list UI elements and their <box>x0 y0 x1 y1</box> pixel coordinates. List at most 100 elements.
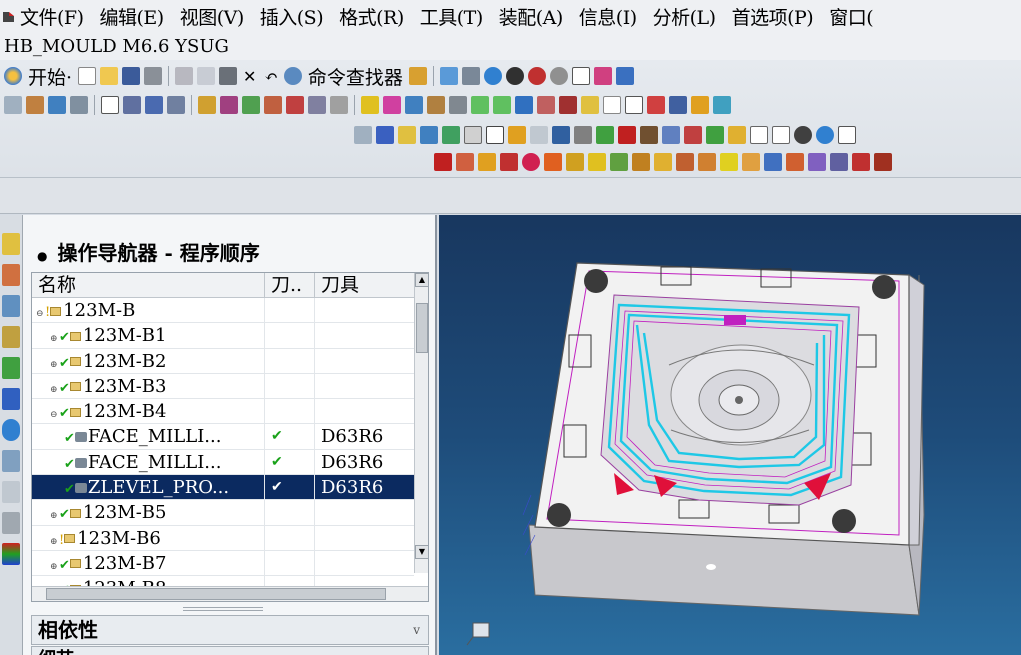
component-icon[interactable] <box>559 96 577 114</box>
machine-tool-view-icon[interactable] <box>123 96 141 114</box>
expand-icon[interactable]: ⊕ <box>50 504 59 524</box>
create-method-icon[interactable] <box>70 96 88 114</box>
scroll-up-arrow-icon[interactable]: ▲ <box>415 273 428 287</box>
row-name-cell[interactable]: ⊖! 123M-B <box>32 298 265 323</box>
hscroll-thumb[interactable] <box>46 588 386 600</box>
background-icon[interactable] <box>571 67 590 85</box>
unite-icon[interactable] <box>874 153 892 171</box>
revolve-icon[interactable] <box>588 153 606 171</box>
boss-icon[interactable] <box>654 153 672 171</box>
start-icon[interactable] <box>4 67 22 85</box>
drill-icon[interactable] <box>376 126 394 144</box>
history-icon[interactable] <box>2 450 20 472</box>
program-group-row[interactable]: ⊕✔ 123M-B5 <box>32 500 414 526</box>
block-icon[interactable] <box>456 153 474 171</box>
menu-item-5[interactable]: 工具(T) <box>420 7 484 29</box>
table-icon[interactable] <box>625 96 643 114</box>
edit-param-icon[interactable] <box>574 126 592 144</box>
slot-icon[interactable] <box>720 153 738 171</box>
create-program-icon[interactable] <box>4 96 22 114</box>
system-materials-icon[interactable] <box>2 481 20 503</box>
chart-icon[interactable] <box>647 96 665 114</box>
operation-row[interactable]: ✔ FACE_MILLI... ✔ D63R6 <box>32 424 414 450</box>
zoom-icon[interactable] <box>461 67 480 85</box>
process-studio-icon[interactable] <box>2 512 20 534</box>
row-name-cell[interactable]: ⊕✔ 123M-B7 <box>32 550 265 576</box>
info-icon[interactable] <box>728 126 746 144</box>
chamfer-icon[interactable] <box>786 153 804 171</box>
collapse-icon[interactable]: ⊖ <box>36 302 45 322</box>
program-group-row[interactable]: ⊕✔ 123M-B3 <box>32 373 414 400</box>
wireframe-icon[interactable] <box>549 67 568 85</box>
row-name-cell[interactable]: ⊕✔ 123M-B2 <box>32 348 265 373</box>
row-name-cell[interactable]: ⊖✔ 123M-B4 <box>32 399 265 424</box>
roles-icon[interactable] <box>2 543 20 565</box>
row-name-cell[interactable]: ✔ ZLEVEL_PRO... <box>32 475 265 500</box>
trim-icon[interactable] <box>830 153 848 171</box>
clamp-icon[interactable] <box>706 126 724 144</box>
copy-icon[interactable] <box>197 67 216 85</box>
selection-filter-icon[interactable] <box>408 67 427 85</box>
rotate-view-icon[interactable] <box>483 67 502 85</box>
shop-doc-icon[interactable] <box>308 96 326 114</box>
zlevel-icon[interactable] <box>420 126 438 144</box>
ruler-icon[interactable] <box>449 96 467 114</box>
horizontal-scrollbar[interactable] <box>32 586 428 601</box>
expand-icon[interactable]: ⊕ <box>50 353 59 373</box>
menu-item-0[interactable]: 文件(F) <box>20 7 84 29</box>
machine-icon[interactable] <box>640 126 658 144</box>
mill-operation-icon[interactable] <box>354 126 372 144</box>
column-header-tool[interactable]: 刀具 <box>315 273 416 297</box>
sweep-icon[interactable] <box>610 153 628 171</box>
operation-row[interactable]: ✔ ZLEVEL_PRO... ✔ D63R6 <box>32 475 414 501</box>
menu-item-6[interactable]: 装配(A) <box>499 7 564 29</box>
postprocess-icon[interactable] <box>286 96 304 114</box>
menu-item-8[interactable]: 分析(L) <box>653 7 716 29</box>
menu-item-4[interactable]: 格式(R) <box>339 7 404 29</box>
program-order-view-icon[interactable] <box>101 96 119 114</box>
shaded-icon[interactable] <box>505 67 524 85</box>
operation-navigator-icon[interactable] <box>2 326 20 348</box>
generate-toolpath-icon[interactable] <box>198 96 216 114</box>
row-name-cell[interactable]: ⊕! 123M-B6 <box>32 525 265 550</box>
scroll-thumb[interactable] <box>416 303 428 353</box>
cut-icon[interactable] <box>175 67 194 85</box>
grid-icon[interactable] <box>750 126 768 144</box>
replay-toolpath-icon[interactable] <box>220 96 238 114</box>
pocket-icon[interactable] <box>676 153 694 171</box>
menu-item-10[interactable]: 窗口( <box>829 7 873 29</box>
start-button[interactable]: 开始· <box>28 63 72 90</box>
collapse-icon[interactable]: ⊖ <box>50 403 59 423</box>
verify-toolpath-icon[interactable] <box>242 96 260 114</box>
machine-navigator-icon[interactable] <box>2 357 20 379</box>
undo-icon[interactable]: ↶ <box>264 67 277 86</box>
row-name-cell[interactable]: ✔ FACE_MILLI... <box>32 424 265 449</box>
workpiece-icon[interactable] <box>361 96 379 114</box>
scroll-down-arrow-icon[interactable]: ▼ <box>415 545 428 559</box>
chevron-down-icon[interactable]: v <box>413 616 420 644</box>
gear-icon[interactable] <box>427 96 445 114</box>
list-icon[interactable] <box>669 96 687 114</box>
sort-icon[interactable] <box>552 126 570 144</box>
expand-icon[interactable]: ⊕ <box>50 327 59 347</box>
blend-icon[interactable] <box>764 153 782 171</box>
menu-item-2[interactable]: 视图(V) <box>180 7 245 29</box>
row-name-cell[interactable]: ⊕✔ 123M-B5 <box>32 500 265 525</box>
measure-icon[interactable] <box>684 126 702 144</box>
cavity-mill-icon[interactable] <box>398 126 416 144</box>
shaded-edges-icon[interactable] <box>527 67 546 85</box>
view-icon[interactable] <box>713 96 731 114</box>
web-browser-icon[interactable] <box>2 419 20 441</box>
reuse-library-icon[interactable] <box>2 388 20 410</box>
arrow-right-icon[interactable] <box>493 96 511 114</box>
groove-icon[interactable] <box>742 153 760 171</box>
cone-icon[interactable] <box>544 153 562 171</box>
operation-row[interactable]: ✔ FACE_MILLI... ✔ D63R6 <box>32 449 414 476</box>
transform-icon[interactable] <box>383 96 401 114</box>
row-name-cell[interactable]: ✔ FACE_MILLI... <box>32 449 265 475</box>
print-icon[interactable] <box>144 67 163 85</box>
pad-icon[interactable] <box>698 153 716 171</box>
constraint-navigator-icon[interactable] <box>2 264 20 286</box>
command-finder-icon[interactable] <box>283 67 302 85</box>
row-name-cell[interactable]: ⊕✔ 123M-B1 <box>32 323 265 348</box>
